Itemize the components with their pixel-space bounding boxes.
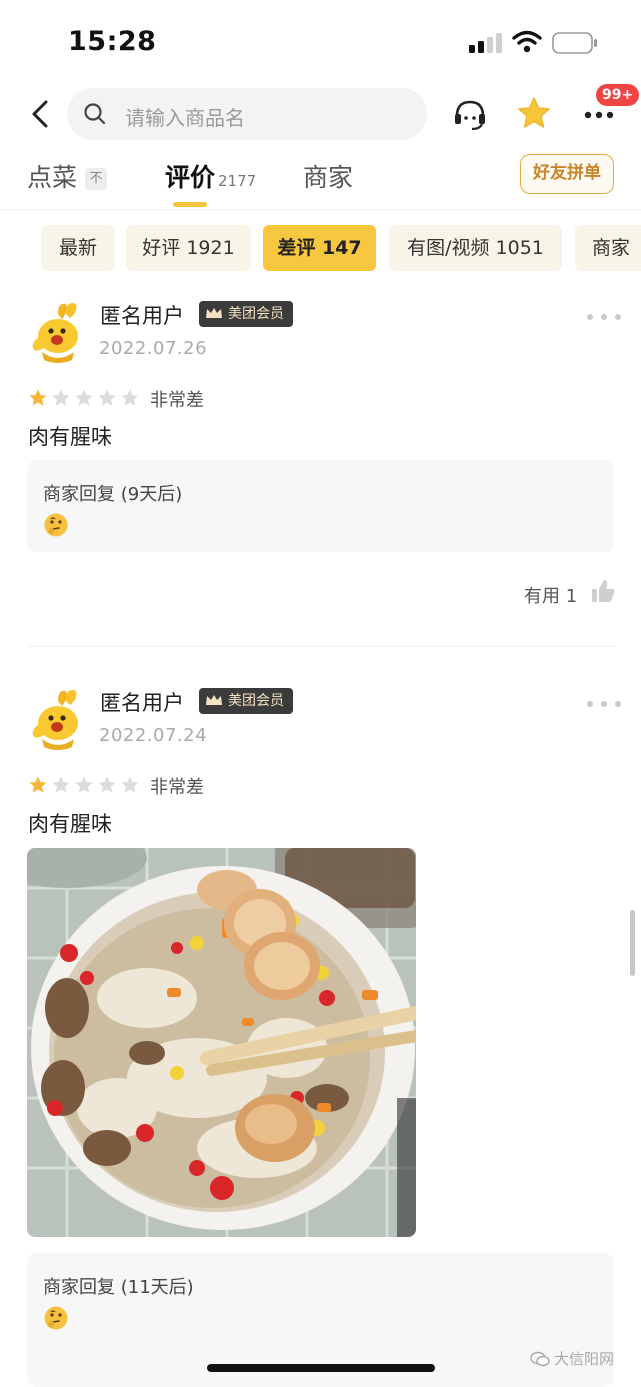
home-indicator[interactable] xyxy=(207,1364,435,1372)
battery-icon xyxy=(552,32,597,54)
wechat-icon xyxy=(530,1351,550,1367)
member-badge: 美团会员 xyxy=(199,688,293,714)
member-badge: 美团会员 xyxy=(199,301,293,327)
review-item: 匿名用户 美团会员 2022.07.26 非常差 肉有腥味 商家回复 (9天后)… xyxy=(0,296,641,648)
customer-service-icon[interactable] xyxy=(452,96,488,132)
rating-stars xyxy=(28,775,143,795)
review-username: 匿名用户 xyxy=(100,691,184,715)
thinking-face-icon xyxy=(44,513,68,537)
review-divider xyxy=(28,646,614,647)
filter-chip-positive[interactable]: 好评 1921 xyxy=(126,225,251,271)
tab-dishes[interactable]: 点菜不 xyxy=(27,158,108,194)
star-empty-icon xyxy=(74,775,94,795)
star-empty-icon xyxy=(120,775,140,795)
merchant-reply-title: 商家回复 (11天后) xyxy=(43,1277,194,1298)
filter-chip-photo-video[interactable]: 有图/视频 1051 xyxy=(389,225,562,271)
star-empty-icon xyxy=(51,388,71,408)
review-photo[interactable] xyxy=(27,848,416,1237)
tab-reviews-label: 评价 xyxy=(165,163,216,192)
scrollbar[interactable] xyxy=(630,910,635,976)
review-username: 匿名用户 xyxy=(100,304,184,328)
tab-merchant-label: 商家 xyxy=(303,163,354,192)
filter-chip-merchant[interactable]: 商家 xyxy=(575,225,641,271)
rating-stars xyxy=(28,388,143,408)
friend-group-order-button[interactable]: 好友拼单 xyxy=(520,154,614,194)
crown-icon xyxy=(206,308,222,318)
review-filter-bar: 最新 好评 1921 差评 147 有图/视频 1051 商家 xyxy=(0,222,641,278)
pin-icon: 不 xyxy=(85,168,108,190)
back-icon[interactable] xyxy=(26,98,56,130)
star-empty-icon xyxy=(74,388,94,408)
star-empty-icon xyxy=(97,775,117,795)
wifi-icon xyxy=(512,30,542,53)
tab-bar: 点菜不 评价 2177 商家 好友拼单 xyxy=(0,148,641,210)
thumbs-up-icon[interactable] xyxy=(590,578,616,604)
review-more-icon[interactable] xyxy=(586,312,622,322)
review-item: 匿名用户 美团会员 2022.07.24 非常差 肉有腥味 商家回复 (11天后… xyxy=(0,683,641,1387)
star-empty-icon xyxy=(120,388,140,408)
avatar xyxy=(32,303,78,363)
merchant-reply-title: 商家回复 (9天后) xyxy=(43,484,183,505)
search-input[interactable]: 请输入商品名 xyxy=(67,88,427,140)
rating-label: 非常差 xyxy=(150,777,204,798)
star-filled-icon xyxy=(28,388,48,408)
star-filled-icon xyxy=(28,775,48,795)
member-badge-label: 美团会员 xyxy=(228,693,284,709)
tab-reviews-count: 2177 xyxy=(218,172,257,190)
member-badge-label: 美团会员 xyxy=(228,306,284,322)
watermark-label: 大信阳网 xyxy=(554,1350,615,1368)
search-placeholder: 请输入商品名 xyxy=(125,106,245,130)
watermark: 大信阳网 xyxy=(530,1348,614,1369)
review-date: 2022.07.26 xyxy=(99,338,208,359)
merchant-reply: 商家回复 (9天后) xyxy=(27,460,614,552)
status-time: 15:28 xyxy=(68,26,157,57)
filter-chip-latest[interactable]: 最新 xyxy=(41,225,115,271)
active-tab-indicator xyxy=(173,202,207,207)
tab-merchant[interactable]: 商家 xyxy=(303,158,353,194)
star-empty-icon xyxy=(97,388,117,408)
avatar xyxy=(32,690,78,750)
thinking-face-icon xyxy=(44,1306,68,1330)
favorite-star-icon[interactable] xyxy=(516,95,552,131)
notification-badge: 99+ xyxy=(596,84,640,106)
tab-dishes-label: 点菜 xyxy=(27,163,78,192)
signal-icon xyxy=(469,33,502,53)
review-text: 肉有腥味 xyxy=(28,812,112,836)
tab-reviews[interactable]: 评价 2177 xyxy=(165,158,256,194)
more-icon xyxy=(584,111,614,119)
header: 请输入商品名 xyxy=(0,84,641,144)
review-more-icon[interactable] xyxy=(586,699,622,709)
crown-icon xyxy=(206,695,222,705)
rating-label: 非常差 xyxy=(150,390,204,411)
status-bar: 15:28 xyxy=(0,0,641,80)
search-icon xyxy=(84,103,106,125)
filter-chip-negative[interactable]: 差评 147 xyxy=(263,225,376,271)
helpful-label[interactable]: 有用 1 xyxy=(524,582,577,608)
review-date: 2022.07.24 xyxy=(99,725,208,746)
review-text: 肉有腥味 xyxy=(28,425,112,449)
star-empty-icon xyxy=(51,775,71,795)
